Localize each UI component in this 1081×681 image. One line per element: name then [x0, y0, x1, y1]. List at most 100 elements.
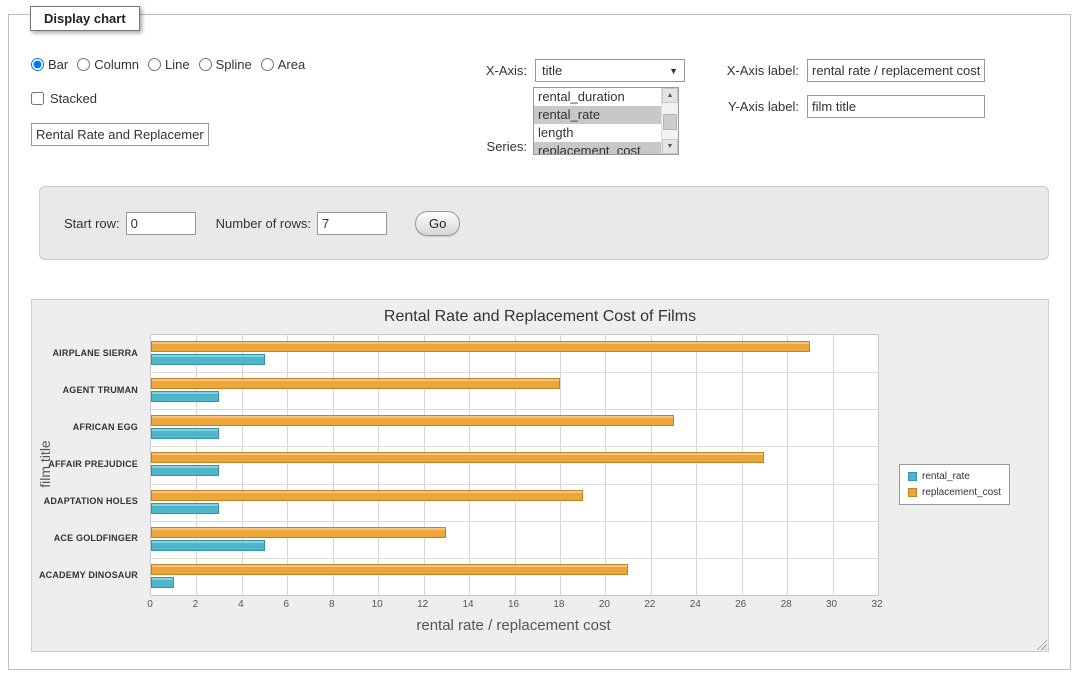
- page: Display chart BarColumnLineSplineArea St…: [0, 0, 1081, 681]
- x-gridline: [833, 335, 834, 595]
- scrollbar-track[interactable]: [662, 103, 678, 139]
- number-of-rows-input[interactable]: [317, 212, 387, 235]
- series-listbox[interactable]: rental_durationrental_ratelengthreplacem…: [533, 87, 679, 155]
- x-tick-label: 12: [417, 599, 428, 610]
- series-row: Series:: [439, 139, 535, 154]
- x-gridline: [469, 335, 470, 595]
- x-axis-label-label: X-Axis label:: [699, 63, 799, 78]
- chart-type-option-line[interactable]: Line: [148, 57, 190, 72]
- bar-rental_rate[interactable]: [151, 540, 265, 551]
- bar-rental_rate[interactable]: [151, 503, 219, 514]
- category-label: AIRPLANE SIERRA: [32, 348, 138, 358]
- plot-area: [150, 334, 879, 596]
- scroll-up-icon[interactable]: ▲: [662, 88, 678, 103]
- bar-rental_rate[interactable]: [151, 354, 265, 365]
- chart-type-radio-line[interactable]: [148, 58, 161, 71]
- bar-rental_rate[interactable]: [151, 391, 219, 402]
- display-chart-panel: Display chart BarColumnLineSplineArea St…: [8, 14, 1071, 670]
- x-gridline: [560, 335, 561, 595]
- legend-swatch: [908, 472, 917, 481]
- number-of-rows-label: Number of rows:: [216, 216, 311, 231]
- x-tick-label: 10: [372, 599, 383, 610]
- x-gridline: [696, 335, 697, 595]
- chart-type-option-column[interactable]: Column: [77, 57, 139, 72]
- stacked-option[interactable]: Stacked: [31, 91, 97, 106]
- x-gridline: [242, 335, 243, 595]
- y-gridline: [151, 558, 878, 559]
- series-option-rental_duration[interactable]: rental_duration: [534, 88, 661, 106]
- x-axis-label-row: X-Axis label:: [699, 59, 985, 82]
- chart-type-label: Line: [165, 57, 190, 72]
- chart-container: Rental Rate and Replacement Cost of Film…: [31, 299, 1049, 652]
- chart-type-radio-spline[interactable]: [199, 58, 212, 71]
- chart-type-option-area[interactable]: Area: [261, 57, 305, 72]
- x-gridline: [333, 335, 334, 595]
- x-gridline: [605, 335, 606, 595]
- chart-type-label: Spline: [216, 57, 252, 72]
- bar-rental_rate[interactable]: [151, 577, 174, 588]
- chart-type-radio-bar[interactable]: [31, 58, 44, 71]
- chart-title-input[interactable]: [31, 123, 209, 146]
- bar-replacement_cost[interactable]: [151, 452, 764, 463]
- x-gridline: [378, 335, 379, 595]
- legend-swatch: [908, 488, 917, 497]
- x-gridline: [651, 335, 652, 595]
- chart-type-radio-column[interactable]: [77, 58, 90, 71]
- category-label: AFRICAN EGG: [32, 422, 138, 432]
- start-row-input[interactable]: [126, 212, 196, 235]
- series-option-replacement_cost[interactable]: replacement_cost: [534, 142, 661, 154]
- chart-type-option-bar[interactable]: Bar: [31, 57, 68, 72]
- bar-replacement_cost[interactable]: [151, 415, 674, 426]
- series-options: rental_durationrental_ratelengthreplacem…: [534, 88, 661, 154]
- x-tick-label: 0: [147, 599, 153, 610]
- x-tick-label: 6: [284, 599, 290, 610]
- bar-rental_rate[interactable]: [151, 465, 219, 476]
- x-tick-label: 20: [599, 599, 610, 610]
- bar-replacement_cost[interactable]: [151, 341, 810, 352]
- x-tick-label: 2: [193, 599, 199, 610]
- resize-handle-icon[interactable]: [1034, 637, 1047, 650]
- x-axis-selected-value: title: [542, 63, 562, 78]
- x-tick-label: 28: [781, 599, 792, 610]
- legend-label: rental_rate: [922, 471, 970, 482]
- bar-replacement_cost[interactable]: [151, 527, 446, 538]
- chevron-down-icon: ▼: [669, 66, 678, 76]
- chart-type-radio-area[interactable]: [261, 58, 274, 71]
- x-tick-label: 14: [463, 599, 474, 610]
- x-tick-label: 16: [508, 599, 519, 610]
- series-option-rental_rate[interactable]: rental_rate: [534, 106, 661, 124]
- y-axis-label-label: Y-Axis label:: [699, 99, 799, 114]
- bar-rental_rate[interactable]: [151, 428, 219, 439]
- scroll-down-icon[interactable]: ▼: [662, 139, 678, 154]
- x-gridline: [424, 335, 425, 595]
- y-axis-label-input[interactable]: [807, 95, 985, 118]
- legend-label: replacement_cost: [922, 487, 1001, 498]
- go-button[interactable]: Go: [415, 211, 460, 236]
- x-tick-label: 32: [871, 599, 882, 610]
- scrollbar-thumb[interactable]: [663, 114, 677, 130]
- chart-type-option-spline[interactable]: Spline: [199, 57, 252, 72]
- y-gridline: [151, 521, 878, 522]
- legend-item-rental_rate[interactable]: rental_rate: [908, 471, 1001, 482]
- x-axis-select[interactable]: title ▼: [535, 59, 685, 82]
- bar-replacement_cost[interactable]: [151, 378, 560, 389]
- x-tick-label: 4: [238, 599, 244, 610]
- chart-type-radio-group: Bar Column Line Spline Area: [31, 57, 314, 72]
- chart-type-label: Column: [94, 57, 139, 72]
- bar-replacement_cost[interactable]: [151, 564, 628, 575]
- category-axis: AIRPLANE SIERRAAGENT TRUMANAFRICAN EGGAF…: [32, 334, 144, 594]
- bar-replacement_cost[interactable]: [151, 490, 583, 501]
- legend-item-replacement_cost[interactable]: replacement_cost: [908, 487, 1001, 498]
- x-tick-label: 8: [329, 599, 335, 610]
- listbox-scrollbar[interactable]: ▲ ▼: [661, 88, 678, 154]
- y-gridline: [151, 484, 878, 485]
- category-label: AGENT TRUMAN: [32, 385, 138, 395]
- category-label: ACE GOLDFINGER: [32, 533, 138, 543]
- x-axis-select-label: X-Axis:: [439, 63, 527, 78]
- stacked-checkbox[interactable]: [31, 92, 44, 105]
- x-axis-label-input[interactable]: [807, 59, 985, 82]
- x-axis-row: X-Axis: title ▼: [439, 59, 685, 82]
- series-option-length[interactable]: length: [534, 124, 661, 142]
- x-axis-title: rental rate / replacement cost: [150, 617, 877, 634]
- x-gridline: [287, 335, 288, 595]
